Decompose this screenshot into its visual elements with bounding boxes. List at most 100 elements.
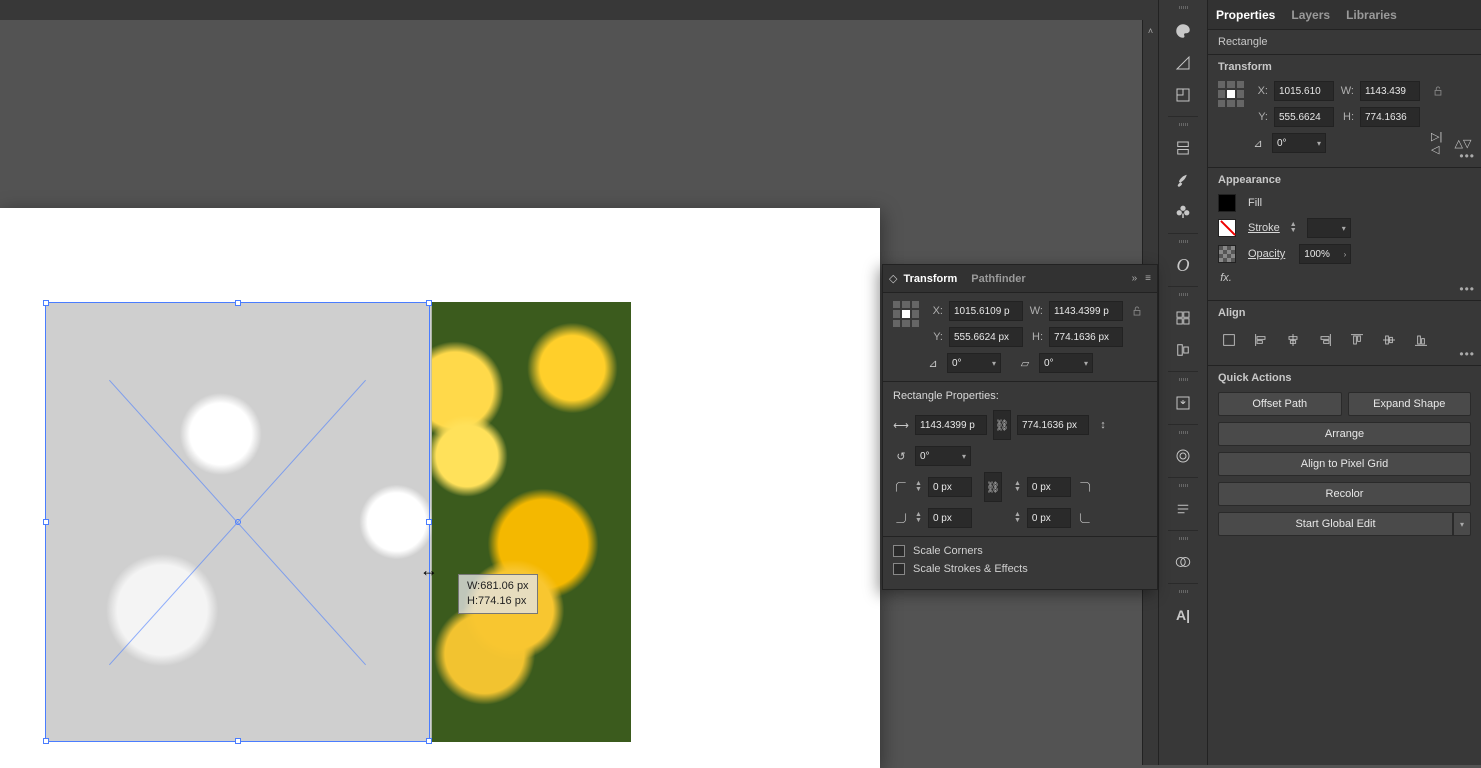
- color-palette-icon[interactable]: [1166, 16, 1200, 46]
- collapse-arrow-icon[interactable]: ˄: [1148, 26, 1153, 36]
- stroke-swatch[interactable]: [1218, 219, 1236, 237]
- fp-shear-select[interactable]: 0°▾: [1039, 353, 1093, 373]
- align-top-icon[interactable]: [1346, 329, 1368, 351]
- start-global-edit-button[interactable]: Start Global Edit: [1218, 512, 1453, 536]
- paragraph-icon[interactable]: [1166, 494, 1200, 524]
- transform-more-options-icon[interactable]: •••: [1459, 149, 1475, 163]
- panel-tabs: Properties Layers Libraries: [1208, 0, 1481, 30]
- fp-h-input[interactable]: [1049, 327, 1123, 347]
- tab-libraries[interactable]: Libraries: [1346, 8, 1397, 22]
- placed-image[interactable]: [45, 302, 631, 742]
- appearance-more-options-icon[interactable]: •••: [1459, 282, 1475, 296]
- appearance-section: Appearance Fill Stroke ▲▼ ▾ Opacity 100%…: [1208, 168, 1481, 301]
- flip-horizontal-icon[interactable]: ▷|◁: [1431, 135, 1447, 151]
- rect-height-input[interactable]: [1017, 415, 1089, 435]
- drag-dots-icon: [1173, 378, 1193, 382]
- panel-link-icon[interactable]: ◇: [889, 272, 897, 285]
- stroke-link[interactable]: Stroke: [1248, 222, 1280, 234]
- opacity-swatch[interactable]: [1218, 245, 1236, 263]
- asset-export-icon[interactable]: [1166, 388, 1200, 418]
- reference-point-locator-float[interactable]: [893, 301, 919, 327]
- rect-rotate-reset-icon[interactable]: ↺: [893, 448, 909, 464]
- drag-dots-icon: [1173, 123, 1193, 127]
- rect-height-icon: ↕: [1095, 417, 1111, 433]
- symbols-paint-icon[interactable]: [1166, 165, 1200, 195]
- gradient-icon[interactable]: [1166, 441, 1200, 471]
- collapse-panel-icon[interactable]: »: [1132, 273, 1138, 284]
- rect-angle-select[interactable]: 0°▾: [915, 446, 971, 466]
- tab-pathfinder-float[interactable]: Pathfinder: [971, 273, 1025, 285]
- corner-bl-stepper[interactable]: ▲▼: [915, 512, 922, 524]
- swatches-icon[interactable]: [1166, 80, 1200, 110]
- align-vcenter-icon[interactable]: [1378, 329, 1400, 351]
- align-hcenter-icon[interactable]: [1282, 329, 1304, 351]
- add-effect-icon[interactable]: fx.: [1218, 270, 1234, 286]
- tab-properties[interactable]: Properties: [1216, 8, 1275, 22]
- link-corners-toggle[interactable]: ⛓: [984, 472, 1002, 502]
- align-to-selector[interactable]: [1218, 329, 1240, 351]
- fp-y-input[interactable]: [949, 327, 1023, 347]
- fp-w-input[interactable]: [1049, 301, 1123, 321]
- expand-shape-button[interactable]: Expand Shape: [1348, 392, 1472, 416]
- x-input[interactable]: [1274, 81, 1334, 101]
- corner-tl-stepper[interactable]: ▲▼: [915, 481, 922, 493]
- w-input[interactable]: [1360, 81, 1420, 101]
- opacity-select[interactable]: 100%›: [1299, 244, 1351, 264]
- drag-dots-icon: [1173, 484, 1193, 488]
- h-input[interactable]: [1360, 107, 1420, 127]
- rect-width-icon: ⟷: [893, 417, 909, 433]
- offset-path-button[interactable]: Offset Path: [1218, 392, 1342, 416]
- color-guide-icon[interactable]: [1166, 48, 1200, 78]
- drag-dots-icon: [1173, 293, 1193, 297]
- align-more-options-icon[interactable]: •••: [1459, 347, 1475, 361]
- scale-strokes-checkbox[interactable]: Scale Strokes & Effects: [893, 563, 1147, 575]
- fill-label: Fill: [1248, 197, 1262, 209]
- corner-br-icon: [1077, 510, 1093, 526]
- y-input[interactable]: [1274, 107, 1334, 127]
- lock-proportions-icon[interactable]: [1430, 83, 1446, 99]
- transparency-icon[interactable]: [1166, 547, 1200, 577]
- scale-corners-checkbox[interactable]: Scale Corners: [893, 545, 1147, 557]
- appearance-title: Appearance: [1218, 174, 1471, 186]
- panel-icon-strip: O A|: [1158, 0, 1208, 765]
- opentype-icon[interactable]: O: [1166, 250, 1200, 280]
- corner-br-input[interactable]: [1027, 508, 1071, 528]
- opacity-link[interactable]: Opacity: [1248, 248, 1285, 260]
- transform-grid-icon[interactable]: [1166, 303, 1200, 333]
- fp-x-input[interactable]: [949, 301, 1023, 321]
- quick-actions-section: Quick Actions Offset Path Expand Shape A…: [1208, 366, 1481, 544]
- reference-point-locator[interactable]: [1218, 81, 1244, 107]
- align-pixel-grid-button[interactable]: Align to Pixel Grid: [1218, 452, 1471, 476]
- align-left-icon[interactable]: [1250, 329, 1272, 351]
- tab-layers[interactable]: Layers: [1291, 8, 1330, 22]
- align-section: Align •••: [1208, 301, 1481, 366]
- global-edit-options-dropdown[interactable]: ▾: [1453, 512, 1471, 536]
- drag-dots-icon: [1173, 590, 1193, 594]
- stroke-weight-select[interactable]: ▾: [1307, 218, 1351, 238]
- corner-tl-input[interactable]: [928, 477, 972, 497]
- character-icon[interactable]: A|: [1166, 600, 1200, 630]
- artboard[interactable]: ↔ W:681.06 px H:774.16 px: [0, 208, 880, 768]
- recolor-button[interactable]: Recolor: [1218, 482, 1471, 506]
- tab-transform-float[interactable]: Transform: [903, 273, 957, 285]
- stroke-weight-stepper[interactable]: ▲▼: [1290, 222, 1297, 234]
- drag-dots-icon: [1173, 240, 1193, 244]
- fp-rotate-select[interactable]: 0°▾: [947, 353, 1001, 373]
- corner-br-stepper[interactable]: ▲▼: [1014, 512, 1021, 524]
- align-bottom-icon[interactable]: [1410, 329, 1432, 351]
- corner-tr-input[interactable]: [1027, 477, 1071, 497]
- corner-tr-stepper[interactable]: ▲▼: [1014, 481, 1021, 493]
- align-title: Align: [1218, 307, 1471, 319]
- rect-width-input[interactable]: [915, 415, 987, 435]
- corner-bl-input[interactable]: [928, 508, 972, 528]
- link-wh-toggle[interactable]: ⛓: [993, 410, 1011, 440]
- symbols-clover-icon[interactable]: [1166, 197, 1200, 227]
- fp-lock-proportions-icon[interactable]: [1129, 303, 1145, 319]
- fill-swatch[interactable]: [1218, 194, 1236, 212]
- panel-menu-icon[interactable]: ≡: [1145, 273, 1151, 284]
- align-right-icon[interactable]: [1314, 329, 1336, 351]
- rotate-angle-select[interactable]: 0°▾: [1272, 133, 1326, 153]
- brushes-icon[interactable]: [1166, 133, 1200, 163]
- arrange-button[interactable]: Arrange: [1218, 422, 1471, 446]
- align-panel-icon[interactable]: [1166, 335, 1200, 365]
